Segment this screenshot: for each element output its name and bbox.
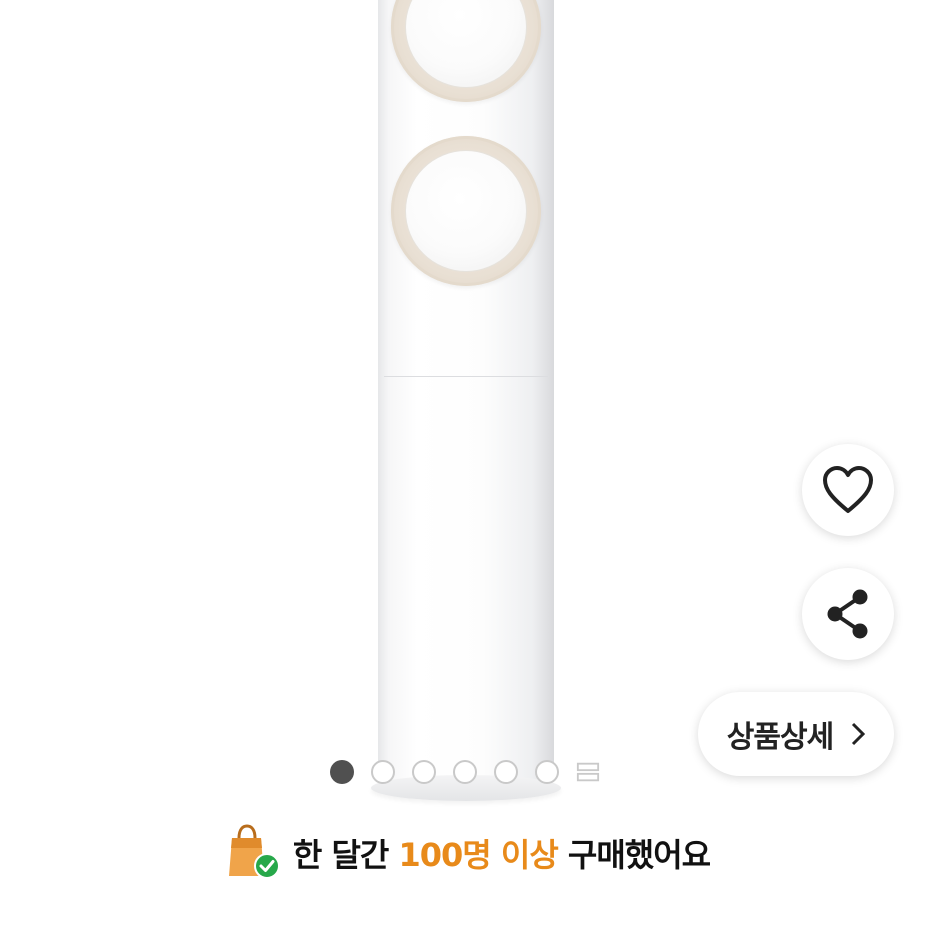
pagination-dot[interactable] [535, 760, 559, 784]
product-detail-label: 상품상세 [726, 720, 834, 755]
banner-highlight: 100명 이상 [398, 836, 559, 874]
share-icon [827, 589, 868, 639]
air-conditioner-body [378, 0, 554, 790]
purchase-count-text: 한 달간 100명 이상 구매했어요 [292, 830, 711, 876]
pagination-dot[interactable] [494, 760, 518, 784]
share-button[interactable] [802, 568, 894, 660]
air-outlet-bottom [391, 136, 541, 286]
pagination-dot[interactable] [371, 760, 395, 784]
purchase-count-banner: 한 달간 100명 이상 구매했어요 [0, 818, 937, 888]
pagination-dot[interactable] [330, 760, 354, 784]
image-pagination [330, 760, 600, 784]
like-button[interactable] [802, 444, 894, 536]
banner-prefix: 한 달간 [292, 836, 399, 874]
heart-icon [823, 466, 873, 513]
shopping-bag-check-icon [227, 824, 280, 882]
pagination-dot[interactable] [453, 760, 477, 784]
banner-suffix: 구매했어요 [557, 836, 711, 874]
product-detail-button[interactable]: 상품상세 [698, 692, 894, 776]
air-conditioner-seam [384, 376, 548, 377]
pagination-dot[interactable] [412, 760, 436, 784]
grid-more-icon[interactable] [576, 760, 600, 784]
chevron-right-icon [852, 722, 866, 746]
